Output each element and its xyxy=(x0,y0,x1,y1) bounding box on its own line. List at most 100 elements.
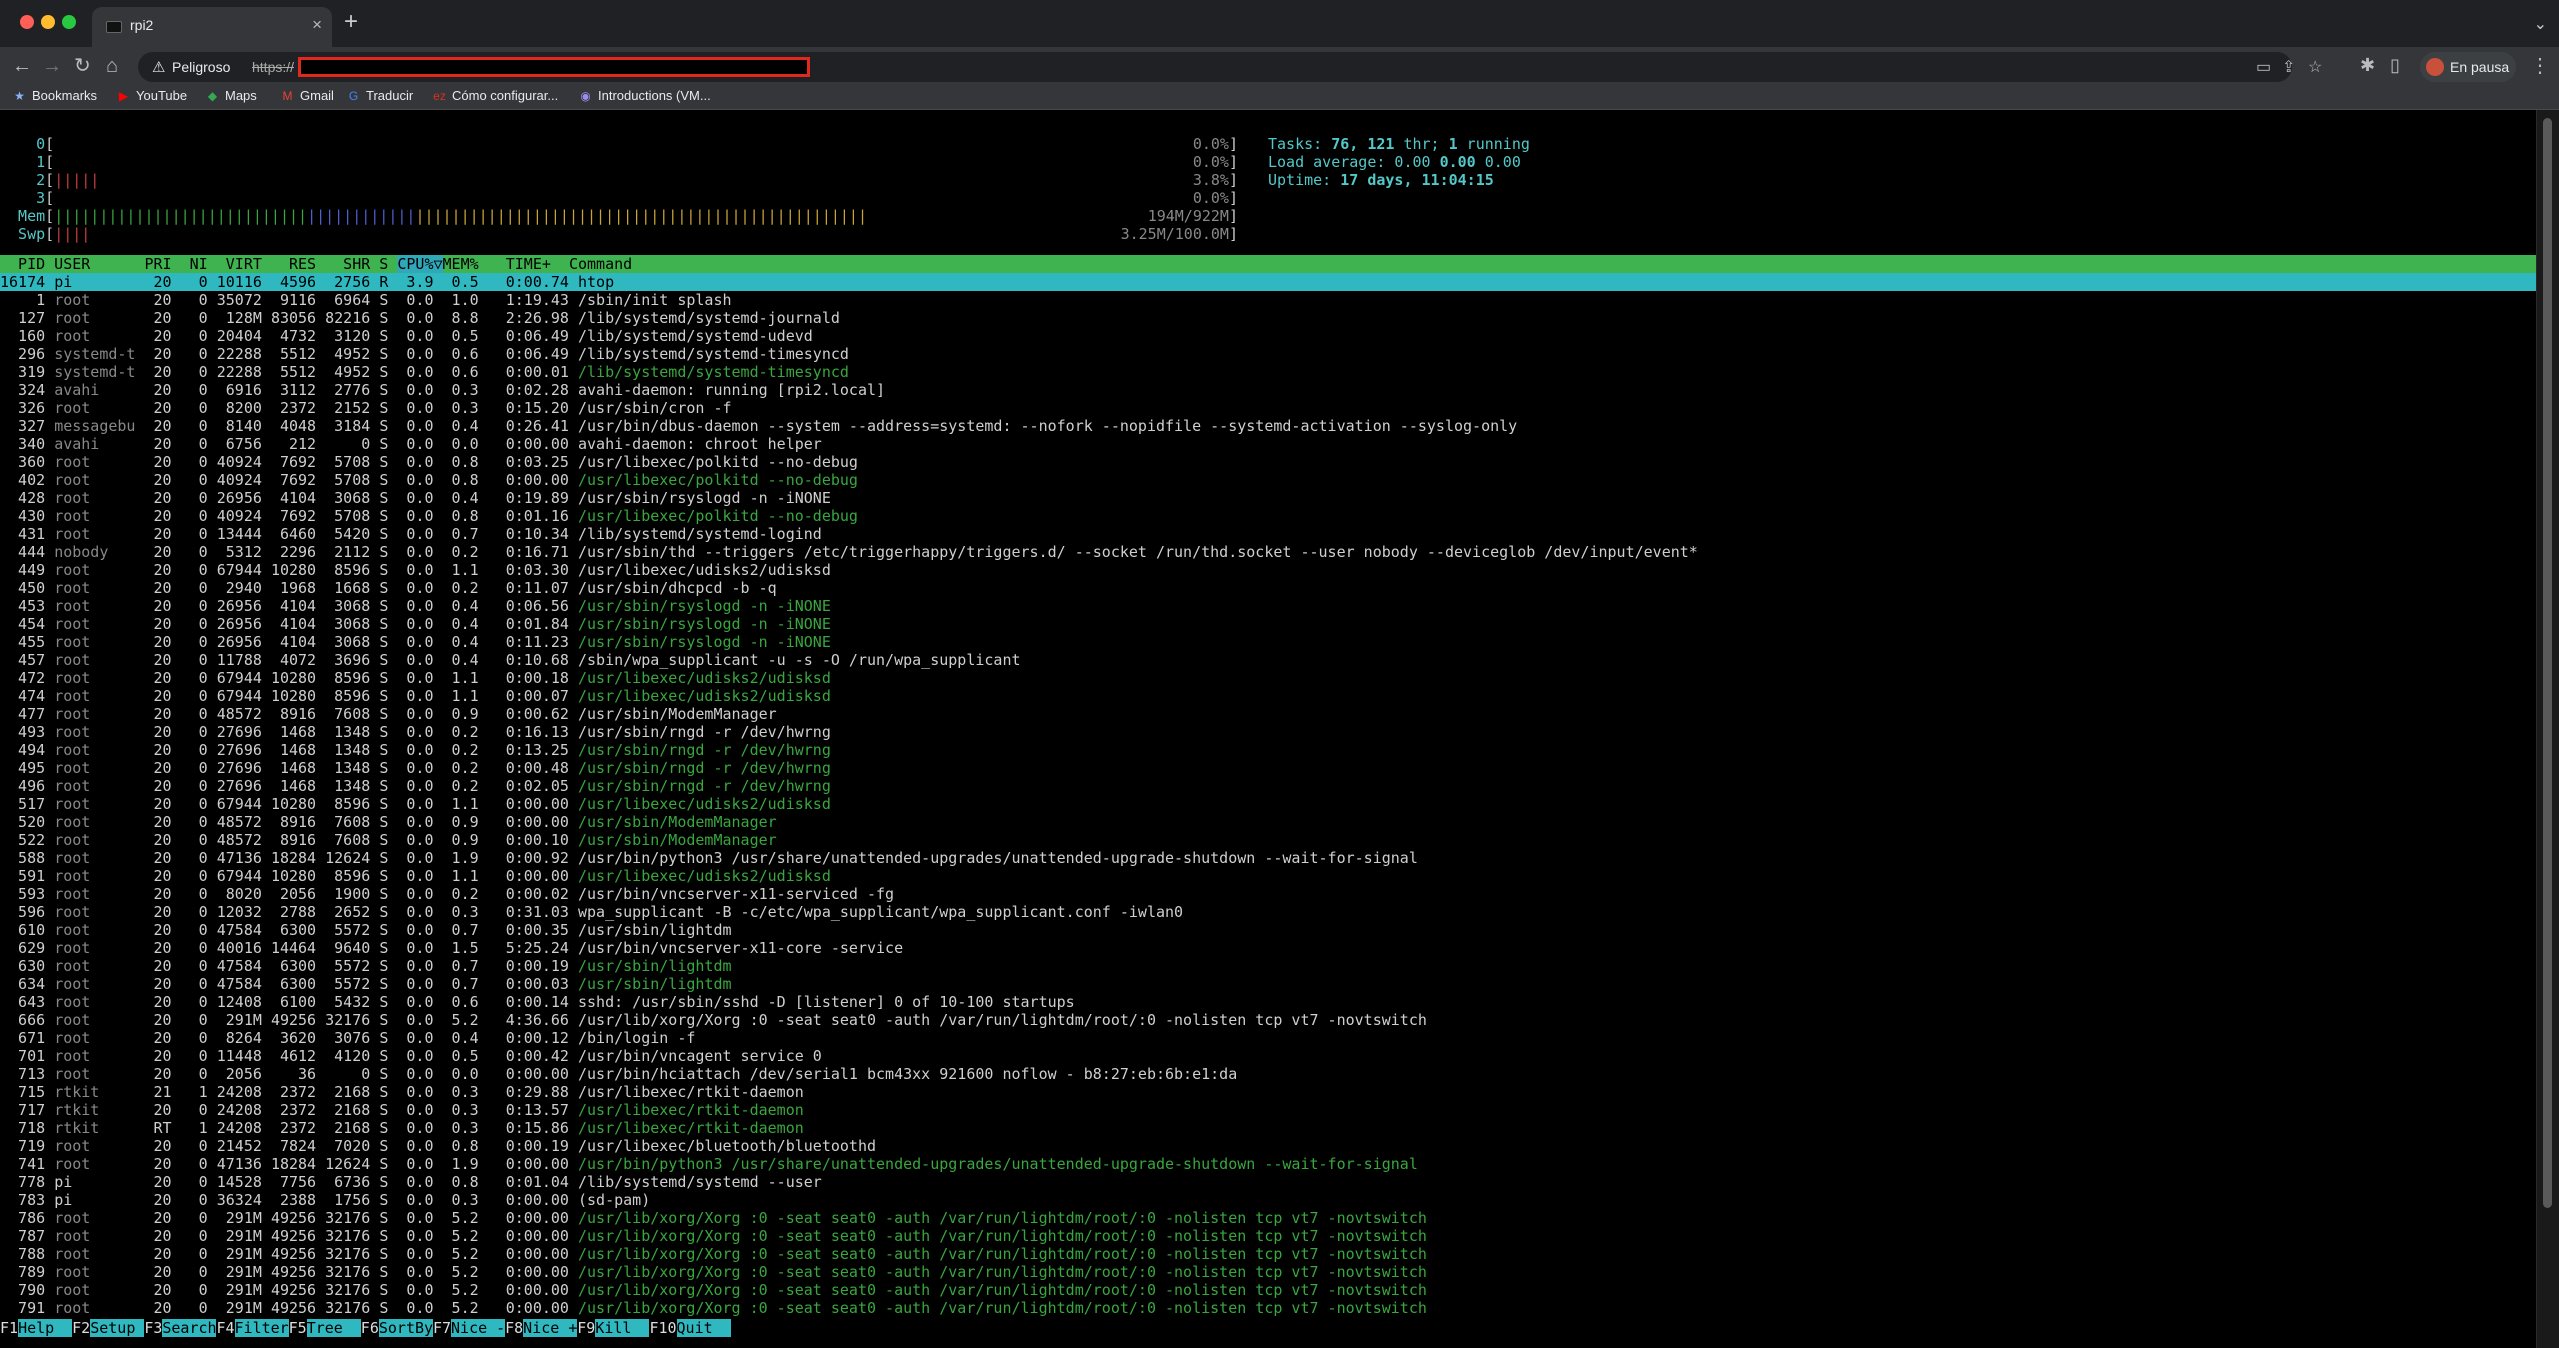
table-row[interactable]: 428 root 20 0 26956 4104 3068 S 0.0 0.4 … xyxy=(0,489,831,507)
table-row[interactable]: 494 root 20 0 27696 1468 1348 S 0.0 0.2 … xyxy=(0,741,831,759)
table-row[interactable]: 788 root 20 0 291M 49256 32176 S 0.0 5.2… xyxy=(0,1245,1427,1263)
table-row[interactable]: 457 root 20 0 11788 4072 3696 S 0.0 0.4 … xyxy=(0,651,1020,669)
table-row[interactable]: 326 root 20 0 8200 2372 2152 S 0.0 0.3 0… xyxy=(0,399,731,417)
table-row[interactable]: 789 root 20 0 291M 49256 32176 S 0.0 5.2… xyxy=(0,1263,1427,1281)
home-button[interactable]: ⌂ xyxy=(106,55,118,77)
function-key-f7[interactable]: F7Nice - xyxy=(432,1319,506,1337)
url-protocol[interactable]: https:// xyxy=(252,59,294,75)
table-row[interactable]: 717 rtkit 20 0 24208 2372 2168 S 0.0 0.3… xyxy=(0,1101,804,1119)
function-key-f10[interactable]: F10Quit xyxy=(649,1319,731,1337)
table-row[interactable]: 666 root 20 0 291M 49256 32176 S 0.0 5.2… xyxy=(0,1011,1427,1029)
minimize-window-button[interactable] xyxy=(41,15,55,29)
address-bar[interactable]: ⚠ Peligroso https:// ▭ ⇪ ☆ xyxy=(138,52,2322,82)
table-row[interactable]: 495 root 20 0 27696 1468 1348 S 0.0 0.2 … xyxy=(0,759,831,777)
bookmark-item[interactable]: ★ Bookmarks xyxy=(12,88,97,103)
extensions-icon[interactable]: ✱ xyxy=(2360,55,2375,76)
function-key-f9[interactable]: F9Kill xyxy=(577,1319,650,1337)
table-row[interactable]: 493 root 20 0 27696 1468 1348 S 0.0 0.2 … xyxy=(0,723,831,741)
table-row-selected[interactable]: 16174 pi 20 0 10116 4596 2756 R 3.9 0.5 … xyxy=(0,273,2536,291)
function-key-f8[interactable]: F8Nice + xyxy=(505,1319,578,1337)
table-row[interactable]: 790 root 20 0 291M 49256 32176 S 0.0 5.2… xyxy=(0,1281,1427,1299)
table-row[interactable]: 444 nobody 20 0 5312 2296 2112 S 0.0 0.2… xyxy=(0,543,1698,561)
new-tab-button[interactable]: + xyxy=(344,10,358,34)
tab-close-icon[interactable]: × xyxy=(312,15,322,35)
table-row[interactable]: 629 root 20 0 40016 14464 9640 S 0.0 1.5… xyxy=(0,939,903,957)
table-row[interactable]: 741 root 20 0 47136 18284 12624 S 0.0 1.… xyxy=(0,1155,1418,1173)
browser-tab[interactable]: rpi2 × xyxy=(92,7,332,47)
table-row[interactable]: 453 root 20 0 26956 4104 3068 S 0.0 0.4 … xyxy=(0,597,831,615)
table-row[interactable]: 522 root 20 0 48572 8916 7608 S 0.0 0.9 … xyxy=(0,831,777,849)
column-header-mem[interactable]: MEM% xyxy=(443,255,479,273)
table-row[interactable]: 127 root 20 0 128M 83056 82216 S 0.0 8.8… xyxy=(0,309,840,327)
table-row[interactable]: 402 root 20 0 40924 7692 5708 S 0.0 0.8 … xyxy=(0,471,858,489)
close-window-button[interactable] xyxy=(20,15,34,29)
function-key-f2[interactable]: F2Setup xyxy=(72,1319,145,1337)
table-row[interactable]: 634 root 20 0 47584 6300 5572 S 0.0 0.7 … xyxy=(0,975,731,993)
table-row[interactable]: 296 systemd-t 20 0 22288 5512 4952 S 0.0… xyxy=(0,345,849,363)
column-header-prefix[interactable]: PID USER PRI NI VIRT RES SHR S xyxy=(0,255,397,273)
table-row[interactable]: 319 systemd-t 20 0 22288 5512 4952 S 0.0… xyxy=(0,363,849,381)
table-row[interactable]: 431 root 20 0 13444 6460 5420 S 0.0 0.7 … xyxy=(0,525,822,543)
process-table-header[interactable]: PID USER PRI NI VIRT RES SHR S CPU%▽MEM%… xyxy=(0,255,2536,273)
warning-icon[interactable]: ⚠ xyxy=(152,58,165,76)
terminal-viewport[interactable]: 0[0.0%] 1[0.0%] 2[||||| 3.8%] 3[0.0%] Mem… xyxy=(0,110,2559,1348)
bookmark-star-icon[interactable]: ☆ xyxy=(2308,57,2322,77)
table-row[interactable]: 719 root 20 0 21452 7824 7020 S 0.0 0.8 … xyxy=(0,1137,876,1155)
column-header-cpu[interactable]: CPU%▽ xyxy=(397,255,443,273)
open-in-app-icon[interactable]: ▭ xyxy=(2256,57,2271,77)
table-row[interactable]: 517 root 20 0 67944 10280 8596 S 0.0 1.1… xyxy=(0,795,831,813)
table-row[interactable]: 160 root 20 0 20404 4732 3120 S 0.0 0.5 … xyxy=(0,327,813,345)
share-icon[interactable]: ⇪ xyxy=(2282,57,2295,77)
table-row[interactable]: 630 root 20 0 47584 6300 5572 S 0.0 0.7 … xyxy=(0,957,731,975)
bookmark-item[interactable]: ▶ YouTube xyxy=(116,88,187,103)
bookmark-item[interactable]: ez Cómo configurar... xyxy=(432,88,558,103)
table-row[interactable]: 474 root 20 0 67944 10280 8596 S 0.0 1.1… xyxy=(0,687,831,705)
table-row[interactable]: 713 root 20 0 2056 36 0 S 0.0 0.0 0:00.0… xyxy=(0,1065,1237,1083)
function-key-f3[interactable]: F3Search xyxy=(144,1319,217,1337)
bookmark-item[interactable]: ◆ Maps xyxy=(205,88,257,103)
function-key-f4[interactable]: F4Filter xyxy=(216,1319,289,1337)
side-panel-icon[interactable]: ▯ xyxy=(2390,55,2400,76)
table-row[interactable]: 454 root 20 0 26956 4104 3068 S 0.0 0.4 … xyxy=(0,615,831,633)
table-row[interactable]: 610 root 20 0 47584 6300 5572 S 0.0 0.7 … xyxy=(0,921,731,939)
table-row[interactable]: 786 root 20 0 291M 49256 32176 S 0.0 5.2… xyxy=(0,1209,1427,1227)
table-row[interactable]: 787 root 20 0 291M 49256 32176 S 0.0 5.2… xyxy=(0,1227,1427,1245)
table-row[interactable]: 783 pi 20 0 36324 2388 1756 S 0.0 0.3 0:… xyxy=(0,1191,650,1209)
table-row[interactable]: 449 root 20 0 67944 10280 8596 S 0.0 1.1… xyxy=(0,561,831,579)
table-row[interactable]: 496 root 20 0 27696 1468 1348 S 0.0 0.2 … xyxy=(0,777,831,795)
table-row[interactable]: 327 messagebu 20 0 8140 4048 3184 S 0.0 … xyxy=(0,417,1517,435)
column-headers[interactable]: PID USER PRI NI VIRT RES SHR S CPU%▽MEM%… xyxy=(0,255,632,273)
profile-button[interactable]: En pausa xyxy=(2420,52,2516,82)
bookmark-item[interactable]: M Gmail xyxy=(280,88,334,103)
terminal-scrollbar[interactable] xyxy=(2536,110,2559,1348)
table-row[interactable]: 340 avahi 20 0 6756 212 0 S 0.0 0.0 0:00… xyxy=(0,435,822,453)
redacted-url[interactable] xyxy=(298,57,810,77)
function-key-f5[interactable]: F5Tree xyxy=(288,1319,361,1337)
reload-button[interactable]: ↻ xyxy=(74,55,91,77)
table-row[interactable]: 701 root 20 0 11448 4612 4120 S 0.0 0.5 … xyxy=(0,1047,822,1065)
table-row[interactable]: 596 root 20 0 12032 2788 2652 S 0.0 0.3 … xyxy=(0,903,1183,921)
table-row[interactable]: 715 rtkit 21 1 24208 2372 2168 S 0.0 0.3… xyxy=(0,1083,804,1101)
back-button[interactable]: ← xyxy=(12,55,32,77)
table-row[interactable]: 430 root 20 0 40924 7692 5708 S 0.0 0.8 … xyxy=(0,507,858,525)
table-row[interactable]: 1 root 20 0 35072 9116 6964 S 0.0 1.0 1:… xyxy=(0,291,731,309)
table-row[interactable]: 791 root 20 0 291M 49256 32176 S 0.0 5.2… xyxy=(0,1299,1427,1317)
scrollbar-thumb[interactable] xyxy=(2543,118,2552,1208)
table-row[interactable]: 778 pi 20 0 14528 7756 6736 S 0.0 0.8 0:… xyxy=(0,1173,822,1191)
table-row[interactable]: 477 root 20 0 48572 8916 7608 S 0.0 0.9 … xyxy=(0,705,777,723)
tab-search-chevron-icon[interactable]: ⌄ xyxy=(2534,14,2547,34)
function-key-f6[interactable]: F6SortBy xyxy=(360,1319,434,1337)
table-row[interactable]: 455 root 20 0 26956 4104 3068 S 0.0 0.4 … xyxy=(0,633,831,651)
table-row[interactable]: 324 avahi 20 0 6916 3112 2776 S 0.0 0.3 … xyxy=(0,381,885,399)
function-key-f1[interactable]: F1Help xyxy=(0,1319,73,1337)
browser-menu-icon[interactable]: ⋮ xyxy=(2530,53,2550,78)
column-header-command[interactable]: Command xyxy=(551,255,632,273)
table-row[interactable]: 591 root 20 0 67944 10280 8596 S 0.0 1.1… xyxy=(0,867,831,885)
table-row[interactable]: 450 root 20 0 2940 1968 1668 S 0.0 0.2 0… xyxy=(0,579,777,597)
forward-button[interactable]: → xyxy=(42,55,62,77)
table-row[interactable]: 588 root 20 0 47136 18284 12624 S 0.0 1.… xyxy=(0,849,1418,867)
bookmark-item[interactable]: ◉ Introductions (VM... xyxy=(578,88,710,103)
table-row[interactable]: 643 root 20 0 12408 6100 5432 S 0.0 0.6 … xyxy=(0,993,1075,1011)
table-row[interactable]: 360 root 20 0 40924 7692 5708 S 0.0 0.8 … xyxy=(0,453,858,471)
table-row[interactable]: 472 root 20 0 67944 10280 8596 S 0.0 1.1… xyxy=(0,669,831,687)
